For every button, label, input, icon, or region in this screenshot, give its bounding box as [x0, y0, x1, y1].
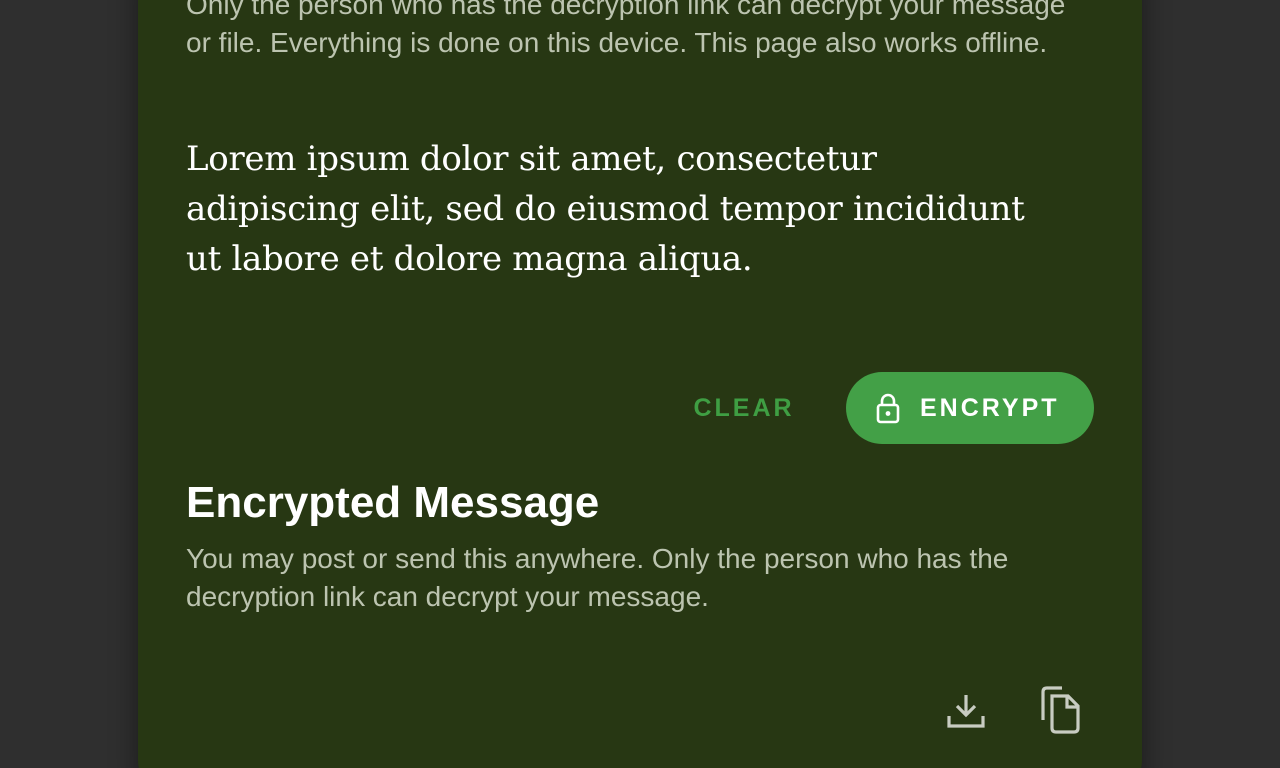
- encrypt-button-label: ENCRYPT: [920, 393, 1060, 422]
- lock-icon: [872, 390, 904, 426]
- encrypt-button[interactable]: ENCRYPT: [846, 372, 1094, 444]
- copy-icon: [1040, 685, 1082, 739]
- download-icon: [946, 690, 986, 735]
- download-button[interactable]: [938, 684, 994, 740]
- clear-button[interactable]: CLEAR: [672, 380, 816, 436]
- encrypted-message-description: You may post or send this anywhere. Only…: [186, 543, 1009, 612]
- intro-text: Only the person who has the decryption l…: [186, 0, 1066, 58]
- message-input[interactable]: Lorem ipsum dolor sit amet, consectetur …: [186, 134, 1086, 284]
- encrypted-message-title: Encrypted Message: [186, 478, 600, 527]
- copy-button[interactable]: [1033, 684, 1089, 740]
